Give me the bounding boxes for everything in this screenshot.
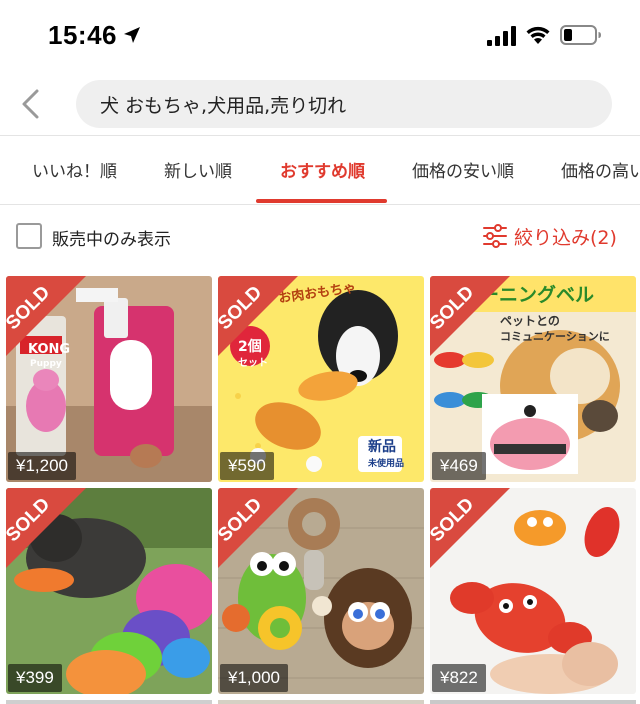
status-bar: 15:46: [0, 0, 640, 72]
product-card[interactable]: SOLD ¥399: [6, 488, 212, 694]
product-card[interactable]: ーニングベル ペットとの コミュニケーションに SOLD ¥469: [430, 276, 636, 482]
active-tab-indicator: [256, 199, 387, 203]
wifi-icon: [526, 26, 550, 44]
tab-price-low[interactable]: 価格の安い順: [412, 157, 514, 182]
sold-ribbon: SOLD: [6, 488, 86, 568]
sold-ribbon: SOLD: [6, 276, 86, 356]
status-time: 15:46: [48, 20, 117, 50]
sort-tabs: いいね！順 新しい順 おすすめ順 価格の安い順 価格の高い: [0, 137, 640, 205]
tab-recommended[interactable]: おすすめ順: [280, 157, 365, 182]
product-price: ¥399: [8, 664, 62, 692]
tab-price-high[interactable]: 価格の高い: [561, 157, 640, 182]
back-button[interactable]: [12, 84, 48, 124]
product-tag: 新品: [368, 439, 396, 455]
tab-newest[interactable]: 新しい順: [164, 157, 232, 182]
product-price: ¥1,000: [220, 664, 288, 692]
sliders-icon: [483, 224, 507, 248]
sold-ribbon: SOLD: [430, 276, 510, 356]
search-header: 犬 おもちゃ,犬用品,売り切れ: [0, 72, 640, 136]
search-input[interactable]: 犬 おもちゃ,犬用品,売り切れ: [76, 80, 612, 128]
on-sale-only-label[interactable]: 販売中のみ表示: [52, 225, 171, 250]
sold-ribbon: SOLD: [218, 488, 298, 568]
product-card[interactable]: SOLD ¥822: [430, 488, 636, 694]
search-query: 犬 おもちゃ,犬用品,売り切れ: [100, 94, 347, 117]
product-card[interactable]: KONG Puppy SOLD ¥1,200: [6, 276, 212, 482]
tab-likes[interactable]: いいね！順: [32, 157, 117, 182]
product-tag: 未使用品: [368, 459, 405, 469]
sold-ribbon: SOLD: [218, 276, 298, 356]
product-card[interactable]: お肉おもちゃ 2個 セット 新品 未使用品 SOLD ¥590: [218, 276, 424, 482]
product-card[interactable]: [6, 700, 212, 704]
chevron-left-icon: [22, 89, 39, 119]
product-card[interactable]: [430, 700, 636, 704]
product-card[interactable]: SOLD ¥1,000: [218, 488, 424, 694]
on-sale-only-checkbox[interactable]: [16, 223, 42, 249]
filter-label: 絞り込み(2): [514, 226, 617, 249]
cellular-signal-icon: [487, 26, 516, 46]
sold-ribbon: SOLD: [430, 488, 510, 568]
product-price: ¥590: [220, 452, 274, 480]
product-price: ¥822: [432, 664, 486, 692]
location-arrow-icon: [124, 27, 140, 43]
filter-button[interactable]: 絞り込み(2): [482, 221, 617, 251]
product-price: ¥469: [432, 452, 486, 480]
filter-row: 販売中のみ表示 絞り込み(2): [0, 205, 640, 269]
battery-icon: [560, 25, 601, 45]
product-card[interactable]: [218, 700, 424, 704]
product-price: ¥1,200: [8, 452, 76, 480]
product-grid: KONG Puppy SOLD ¥1,200 お肉おもちゃ 2個 セット 新品 …: [0, 272, 640, 704]
